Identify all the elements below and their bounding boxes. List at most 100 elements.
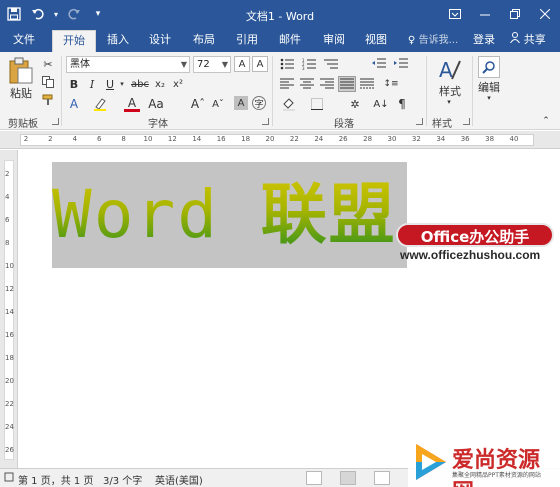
vertical-ruler-tick: 20 xyxy=(5,377,14,385)
borders-icon[interactable] xyxy=(306,96,328,112)
subscript-icon[interactable]: x₂ xyxy=(152,76,168,92)
copy-icon[interactable] xyxy=(40,74,56,90)
print-layout-icon[interactable] xyxy=(340,471,356,485)
editing-button-label[interactable]: 编辑 xyxy=(474,80,504,94)
show-marks-icon[interactable]: ¶ xyxy=(394,96,410,112)
vertical-ruler-tick: 14 xyxy=(5,308,14,316)
wordart-cjk: 联盟 xyxy=(260,176,397,253)
underline-dropdown-icon[interactable]: ▾ xyxy=(118,76,126,92)
close-icon[interactable] xyxy=(530,0,560,28)
sign-in-link[interactable]: 登录 xyxy=(468,30,500,52)
ruler-tick: 8 xyxy=(121,135,126,143)
paragraph-launcher-icon[interactable] xyxy=(416,118,423,125)
horizontal-ruler[interactable]: 2 2 4 6 8 10 12 14 16 18 20 22 24 26 28 30 32 34 36 38 40 xyxy=(0,131,560,149)
chevron-down-icon[interactable]: ▾ xyxy=(484,94,494,102)
styles-icon[interactable]: A xyxy=(436,56,464,84)
wordart-text[interactable]: Word 联盟 xyxy=(52,170,407,260)
tab-design[interactable]: 设计 xyxy=(140,30,180,52)
line-spacing-icon[interactable]: ↕≡ xyxy=(380,76,402,92)
clipboard-launcher-icon[interactable] xyxy=(52,118,59,125)
tell-me-search[interactable]: ♀ 告诉我... xyxy=(402,30,464,52)
word-count[interactable]: 3/3 个字 xyxy=(103,472,142,487)
ruler-tick: 4 xyxy=(72,135,78,143)
paragraph-group-label: 段落 xyxy=(334,119,354,130)
grow-font-icon[interactable]: A xyxy=(234,56,250,72)
tab-view[interactable]: 视图 xyxy=(357,30,395,52)
paste-button-label[interactable]: 粘贴 xyxy=(6,86,36,100)
highlight-icon[interactable] xyxy=(92,96,108,112)
user-icon xyxy=(510,32,524,46)
vertical-ruler-tick: 16 xyxy=(5,331,14,339)
tab-file[interactable]: 文件 xyxy=(4,30,44,52)
share-button[interactable]: 共享 xyxy=(502,30,554,52)
asian-layout-icon[interactable]: ✲ xyxy=(344,96,366,112)
wordart-textbox[interactable]: Word 联盟 xyxy=(52,162,407,268)
font-name-combo[interactable]: 黑体 ▼ xyxy=(66,56,190,73)
multilevel-list-icon[interactable] xyxy=(322,56,340,72)
ruler-tick: 26 xyxy=(338,135,348,143)
shrink-font-size-icon[interactable]: Aˇ xyxy=(210,96,226,112)
bullets-icon[interactable] xyxy=(278,56,296,72)
cut-icon[interactable]: ✂ xyxy=(40,56,56,72)
bold-icon[interactable]: B xyxy=(66,76,82,92)
font-launcher-icon[interactable] xyxy=(262,118,269,125)
editing-icon[interactable] xyxy=(478,56,500,78)
ruler-tick: 16 xyxy=(216,135,226,143)
underline-icon[interactable]: U xyxy=(102,76,118,92)
align-center-icon[interactable] xyxy=(298,76,316,92)
numbering-icon[interactable]: 123 xyxy=(300,56,318,72)
distributed-icon[interactable] xyxy=(358,76,376,92)
font-size-combo[interactable]: 72 ▼ xyxy=(193,56,231,73)
collapse-ribbon-icon[interactable]: ⌃ xyxy=(540,116,552,126)
ruler-tick: 14 xyxy=(192,135,202,143)
align-left-icon[interactable] xyxy=(278,76,296,92)
vertical-ruler[interactable]: 2 4 6 8 10 12 14 16 18 20 22 24 26 xyxy=(0,150,18,468)
vertical-ruler-tick: 22 xyxy=(5,400,14,408)
site-logo: 爱尚资源网 集聚全网精品PPT素材资源的网站 xyxy=(408,438,560,487)
grow-font-size-icon[interactable]: Aˆ xyxy=(190,96,206,112)
tab-references[interactable]: 引用 xyxy=(227,30,267,52)
document-page[interactable]: Word 联盟 Office办公助手 www.officezhushou.com xyxy=(19,150,560,468)
sort-icon[interactable]: A↓ xyxy=(372,96,390,112)
ruler-tick: 28 xyxy=(363,135,373,143)
clear-formatting-icon[interactable]: A xyxy=(252,56,268,72)
document-stats-icon[interactable] xyxy=(4,472,14,485)
tab-layout[interactable]: 布局 xyxy=(183,30,225,52)
decrease-indent-icon[interactable] xyxy=(370,56,388,72)
restore-icon[interactable] xyxy=(500,0,530,28)
tab-home[interactable]: 开始 xyxy=(52,30,96,52)
ruler-tick: 6 xyxy=(96,135,102,143)
tab-mailings[interactable]: 邮件 xyxy=(269,30,311,52)
character-shading-icon[interactable]: A xyxy=(234,96,248,110)
paste-icon[interactable] xyxy=(6,56,36,86)
ruler-tick: 2 xyxy=(48,135,53,143)
play-logo-icon xyxy=(412,442,448,485)
align-right-icon[interactable] xyxy=(318,76,336,92)
language-indicator[interactable]: 英语(美国) xyxy=(155,472,203,487)
font-group-label: 字体 xyxy=(148,119,168,130)
change-case-icon[interactable]: Aa xyxy=(148,96,164,112)
font-color-icon[interactable]: A xyxy=(124,96,140,112)
superscript-icon[interactable]: x² xyxy=(170,76,186,92)
tab-review[interactable]: 审阅 xyxy=(313,30,355,52)
strikethrough-icon[interactable]: abc xyxy=(130,76,150,92)
styles-launcher-icon[interactable] xyxy=(463,118,470,125)
ruler-tick: 38 xyxy=(485,135,495,143)
vertical-ruler-tick: 18 xyxy=(5,354,14,362)
ruler-tick: 20 xyxy=(265,135,275,143)
italic-icon[interactable]: I xyxy=(84,76,100,92)
page-count[interactable]: 第 1 页，共 1 页 xyxy=(18,472,93,487)
shading-icon[interactable] xyxy=(278,96,300,112)
increase-indent-icon[interactable] xyxy=(392,56,410,72)
ribbon-display-options-icon[interactable] xyxy=(440,0,470,28)
read-mode-icon[interactable] xyxy=(306,471,322,485)
minimize-icon[interactable] xyxy=(470,0,500,28)
format-painter-icon[interactable] xyxy=(40,92,56,108)
justify-icon[interactable] xyxy=(338,76,356,92)
tab-insert[interactable]: 插入 xyxy=(98,30,138,52)
enclose-characters-icon[interactable]: 字 xyxy=(252,96,266,110)
text-effects-icon[interactable]: A xyxy=(66,96,82,112)
web-layout-icon[interactable] xyxy=(374,471,390,485)
chevron-down-icon[interactable]: ▾ xyxy=(444,98,454,106)
styles-button-label[interactable]: 样式 xyxy=(434,84,466,98)
